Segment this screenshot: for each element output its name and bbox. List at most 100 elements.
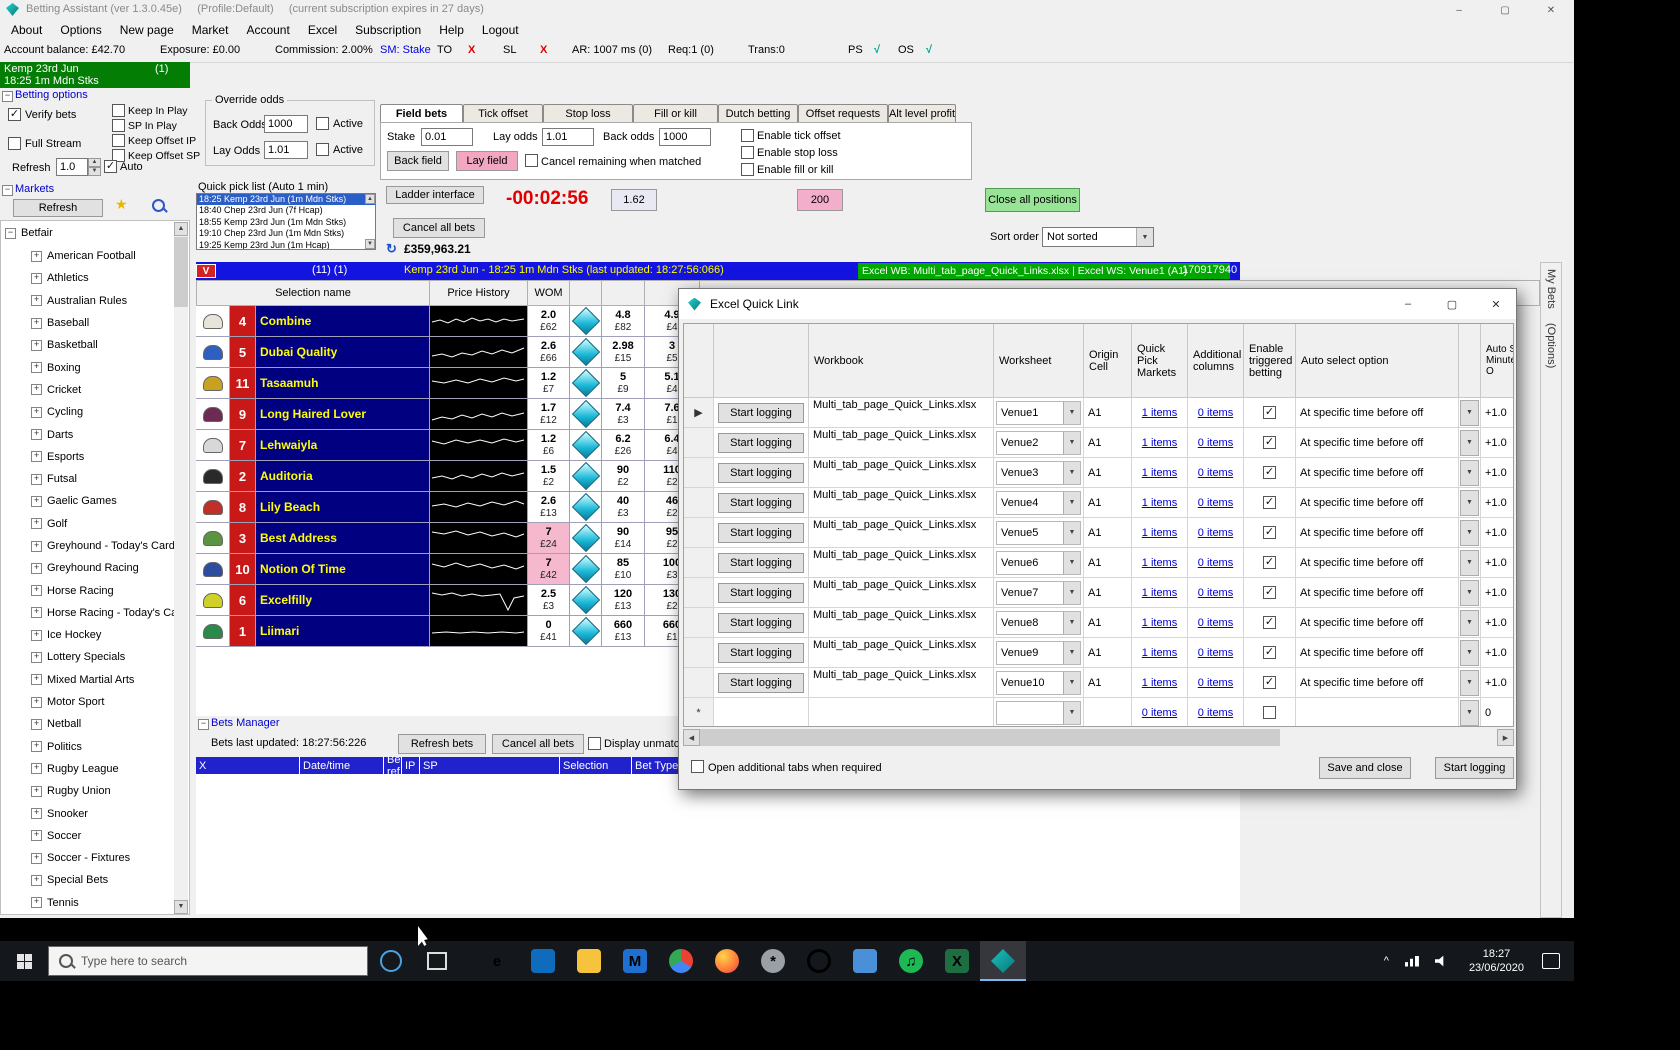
back-price-cell[interactable]: 6.2 £26 <box>602 430 645 461</box>
start-logging-row-button[interactable]: Start logging <box>718 553 804 573</box>
bet-mode-tab[interactable]: Fill or kill <box>633 104 718 122</box>
quick-pick-markets-link[interactable]: 1 items <box>1142 497 1177 509</box>
refresh-up-icon[interactable]: ▲ <box>88 158 101 167</box>
expand-icon[interactable]: + <box>31 318 42 329</box>
dialog-minimize-button[interactable]: – <box>1386 289 1430 319</box>
auto-select-option-cell[interactable]: At specific time before off <box>1296 548 1459 578</box>
collapse-bets-manager-icon[interactable]: − <box>198 719 209 730</box>
menu-item[interactable]: Subscription <box>346 23 430 37</box>
menu-item[interactable]: About <box>2 23 51 37</box>
cancel-all-bets-button[interactable]: Cancel all bets <box>393 218 485 238</box>
minutes-cell[interactable]: +1.0 <box>1481 668 1514 698</box>
expand-icon[interactable]: + <box>31 273 42 284</box>
full-stream-checkbox[interactable] <box>8 137 21 150</box>
cancel-all-bets-manager-button[interactable]: Cancel all bets <box>492 734 584 754</box>
worksheet-select[interactable]: Venue2 ▼ <box>996 431 1081 455</box>
refresh-down-icon[interactable]: ▼ <box>88 167 101 176</box>
gem-cell[interactable] <box>570 492 602 523</box>
worksheet-select[interactable]: Venue6 ▼ <box>996 551 1081 575</box>
worksheet-select[interactable]: Venue1 ▼ <box>996 401 1081 425</box>
display-unmatched-checkbox[interactable] <box>588 737 601 750</box>
selection-name[interactable]: Tasaamuh <box>256 368 430 399</box>
tree-item[interactable]: + Horse Racing - Today's Car <box>1 602 189 624</box>
expand-icon[interactable]: + <box>31 295 42 306</box>
selection-name[interactable]: Notion Of Time <box>256 554 430 585</box>
tree-item[interactable]: + American Football <box>1 245 189 267</box>
scroll-thumb[interactable] <box>700 729 1280 746</box>
expand-icon[interactable]: + <box>31 786 42 797</box>
expand-icon[interactable]: + <box>31 496 42 507</box>
start-logging-row-button[interactable]: Start logging <box>718 583 804 603</box>
start-logging-button[interactable]: Start logging <box>1435 757 1514 779</box>
expand-icon[interactable]: + <box>31 362 42 373</box>
collapse-betting-options-icon[interactable]: − <box>2 91 13 102</box>
quick-pick-markets-link[interactable]: 1 items <box>1142 647 1177 659</box>
enable-stop-loss-checkbox[interactable] <box>741 146 754 159</box>
market-search-icon[interactable] <box>152 199 165 212</box>
enable-tick-offset-checkbox[interactable] <box>741 129 754 142</box>
selection-name[interactable]: Long Haired Lover <box>256 399 430 430</box>
back-price-cell[interactable]: 120 £13 <box>602 585 645 616</box>
gem-cell[interactable] <box>570 337 602 368</box>
expand-icon[interactable]: + <box>31 897 42 908</box>
expand-icon[interactable]: + <box>31 607 42 618</box>
tree-scrollbar[interactable]: ▲ ▼ <box>174 222 188 914</box>
expand-icon[interactable]: + <box>31 652 42 663</box>
minutes-cell[interactable]: +1.0 <box>1481 398 1514 428</box>
save-and-close-button[interactable]: Save and close <box>1319 757 1411 779</box>
origin-cell[interactable]: A1 <box>1084 608 1132 638</box>
workbook-cell[interactable]: Multi_tab_page_Quick_Links.xlsx <box>809 638 994 668</box>
origin-cell[interactable]: A1 <box>1084 518 1132 548</box>
bet-mode-tab[interactable]: Field bets <box>380 104 463 122</box>
back-price-cell[interactable]: 90 £14 <box>602 523 645 554</box>
minutes-cell[interactable]: +1.0 <box>1481 428 1514 458</box>
keep-in-play-checkbox[interactable] <box>112 104 125 117</box>
tree-item[interactable]: + Rugby League <box>1 758 189 780</box>
tree-item[interactable]: + Golf <box>1 513 189 535</box>
cancel-remaining-checkbox[interactable] <box>525 154 538 167</box>
taskbar-app-icon[interactable] <box>796 941 842 981</box>
auto-select-option-cell[interactable]: At specific time before off <box>1296 638 1459 668</box>
auto-select-option-cell[interactable]: At specific time before off <box>1296 608 1459 638</box>
tree-item[interactable]: + Soccer - Fixtures <box>1 847 189 869</box>
expand-icon[interactable]: + <box>31 451 42 462</box>
worksheet-dropdown-icon[interactable]: ▼ <box>1063 462 1080 484</box>
market-bar-button[interactable]: V <box>196 264 216 278</box>
start-button[interactable] <box>0 941 48 981</box>
expand-icon[interactable]: + <box>31 808 42 819</box>
taskbar-app-icon[interactable] <box>658 941 704 981</box>
expand-icon[interactable]: + <box>31 384 42 395</box>
expand-icon[interactable]: + <box>31 674 42 685</box>
sp-in-play-checkbox[interactable] <box>112 119 125 132</box>
taskbar-clock[interactable]: 18:27 23/06/2020 <box>1469 947 1524 976</box>
origin-cell[interactable]: A1 <box>1084 668 1132 698</box>
tree-item[interactable]: + Horse Racing <box>1 579 189 601</box>
option-dropdown-icon[interactable]: ▼ <box>1460 580 1479 606</box>
additional-columns-link[interactable]: 0 items <box>1198 707 1233 719</box>
workbook-cell[interactable]: Multi_tab_page_Quick_Links.xlsx <box>809 668 994 698</box>
workbook-cell[interactable]: Multi_tab_page_Quick_Links.xlsx <box>809 398 994 428</box>
tree-item[interactable]: + Greyhound Racing <box>1 557 189 579</box>
menu-item[interactable]: Options <box>51 23 110 37</box>
menu-item[interactable]: Excel <box>299 23 346 37</box>
minutes-cell[interactable]: +1.0 <box>1481 518 1514 548</box>
stake-input[interactable]: 0.01 <box>421 128 473 146</box>
quick-pick-markets-link[interactable]: 1 items <box>1142 527 1177 539</box>
selection-name[interactable]: Dubai Quality <box>256 337 430 368</box>
worksheet-dropdown-icon[interactable]: ▼ <box>1063 522 1080 544</box>
back-odds-field-input[interactable]: 1000 <box>659 128 711 146</box>
auto-select-option-cell[interactable]: At specific time before off <box>1296 428 1459 458</box>
open-additional-tabs-checkbox[interactable] <box>691 760 704 773</box>
gem-cell[interactable] <box>570 461 602 492</box>
option-dropdown-icon[interactable]: ▼ <box>1460 520 1479 546</box>
tree-item[interactable]: + Athletics <box>1 267 189 289</box>
worksheet-dropdown-icon[interactable]: ▼ <box>1063 492 1080 514</box>
tree-item[interactable]: + Cricket <box>1 379 189 401</box>
tree-item[interactable]: + Special Bets <box>1 869 189 891</box>
menu-item[interactable]: Logout <box>473 23 528 37</box>
option-dropdown-icon[interactable]: ▼ <box>1460 700 1479 726</box>
menu-item[interactable]: New page <box>111 23 183 37</box>
worksheet-dropdown-icon[interactable]: ▼ <box>1063 432 1080 454</box>
quick-pick-item[interactable]: 19:25 Kemp 23rd Jun (1m Hcap) <box>197 240 375 250</box>
taskbar-app-icon[interactable] <box>704 941 750 981</box>
